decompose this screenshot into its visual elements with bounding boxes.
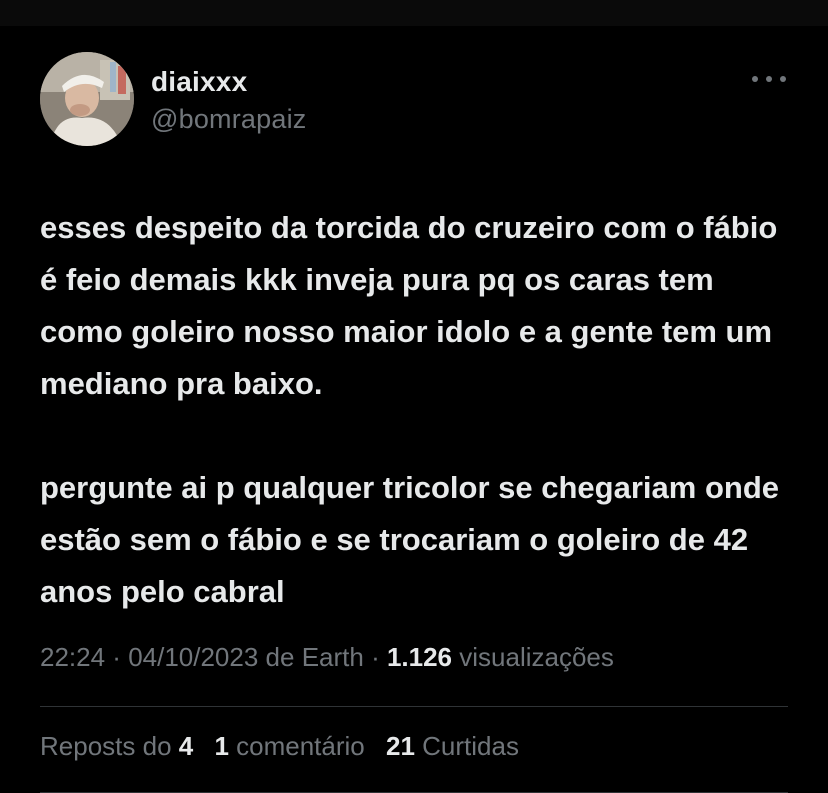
reposts-label: Reposts do <box>40 731 179 761</box>
tweet-card: diaixxx @bomrapaiz esses despeito da tor… <box>0 26 828 793</box>
tweet-meta: 22:24 · 04/10/2023 de Earth · 1.126 visu… <box>40 642 614 673</box>
tweet-source: de Earth <box>258 642 364 672</box>
dot <box>766 76 772 82</box>
meta-separator: · <box>105 642 129 672</box>
likes-label: Curtidas <box>414 731 519 761</box>
author-handle[interactable]: @bomrapaiz <box>151 104 306 135</box>
comments-count: 1 <box>214 731 229 761</box>
meta-separator: · <box>363 642 387 672</box>
dot <box>780 76 786 82</box>
views-count: 1.126 <box>386 642 453 672</box>
likes-count: 21 <box>386 731 415 761</box>
tweet-paragraph: pergunte ai p qualquer tricolor se chega… <box>40 470 779 609</box>
comments-stat[interactable]: 1 comentário <box>214 731 364 761</box>
tweet-stats: Reposts do 4 1 comentário 21 Curtidas <box>40 731 533 762</box>
likes-stat[interactable]: 21 Curtidas <box>386 731 519 761</box>
tweet-text: esses despeito da torcida do cruzeiro co… <box>40 202 800 618</box>
reposts-stat[interactable]: Reposts do 4 <box>40 731 193 761</box>
reposts-count: 4 <box>178 731 194 761</box>
comments-label: comentário <box>228 731 365 761</box>
avatar[interactable] <box>40 52 134 146</box>
status-bar <box>0 0 828 26</box>
avatar-photo <box>40 52 134 146</box>
more-options-icon[interactable] <box>752 68 786 90</box>
tweet-paragraph: esses despeito da torcida do cruzeiro co… <box>40 210 778 401</box>
views-label: visualizações <box>452 642 614 672</box>
tweet-date[interactable]: 04/10/2023 <box>128 642 258 672</box>
divider <box>40 706 788 707</box>
dot <box>752 76 758 82</box>
author-display-name[interactable]: diaixxx <box>151 66 247 98</box>
tweet-time[interactable]: 22:24 <box>40 642 105 672</box>
